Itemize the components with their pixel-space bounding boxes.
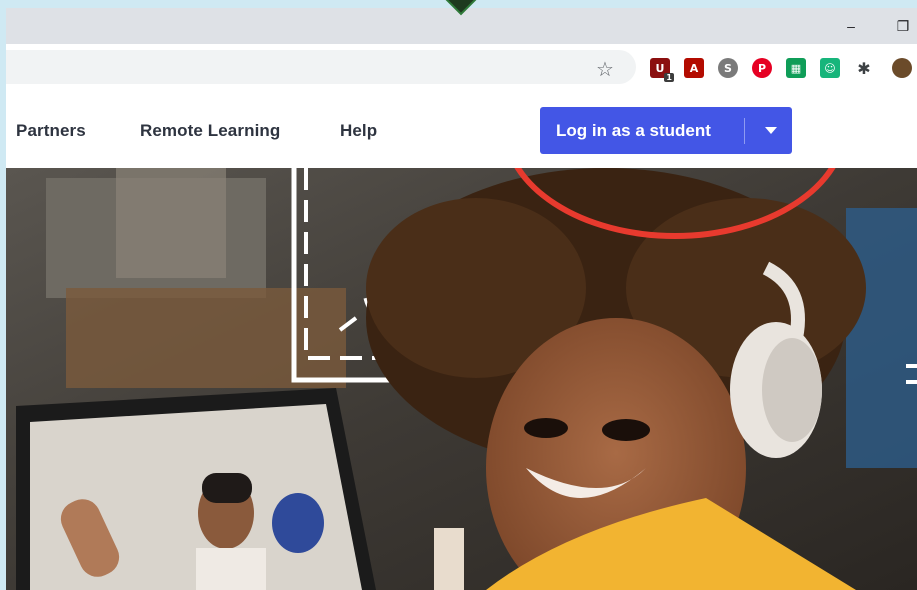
grammar-icon[interactable]: ☺: [820, 58, 840, 78]
sheets-icon[interactable]: ▦: [786, 58, 806, 78]
ublock-icon[interactable]: U 1: [650, 58, 674, 82]
minimize-button[interactable]: –: [838, 14, 864, 38]
hero-image: [6, 168, 917, 590]
address-bar[interactable]: ☆: [6, 50, 636, 84]
bookmark-star-icon[interactable]: ☆: [596, 57, 614, 82]
nav-link-help[interactable]: Help: [340, 121, 377, 141]
puzzle-icon[interactable]: ✱: [854, 58, 874, 78]
browser-toolbar: ☆ U 1 A S P ▦ ☺ ✱: [6, 44, 917, 93]
hero-illustration: [6, 168, 917, 590]
profile-avatar[interactable]: [892, 58, 912, 78]
minimize-icon: –: [847, 18, 855, 34]
login-student-label: Log in as a student: [556, 120, 711, 140]
nav-link-remote-learning[interactable]: Remote Learning: [140, 121, 280, 141]
pinterest-icon[interactable]: P: [752, 58, 772, 78]
button-divider: [744, 117, 745, 144]
nav-link-partners[interactable]: Partners: [16, 121, 86, 141]
skype-icon[interactable]: S: [718, 58, 738, 78]
pointer-marker-icon: [445, 0, 477, 16]
chevron-down-icon[interactable]: [765, 127, 777, 134]
restore-button[interactable]: ❐: [890, 14, 916, 38]
restore-icon: ❐: [896, 17, 910, 34]
site-nav-bar: Partners Remote Learning Help Log in as …: [6, 92, 917, 168]
adobe-acrobat-icon[interactable]: A: [684, 58, 704, 78]
extension-badge: 1: [664, 73, 674, 82]
login-student-button[interactable]: Log in as a student: [540, 107, 792, 154]
